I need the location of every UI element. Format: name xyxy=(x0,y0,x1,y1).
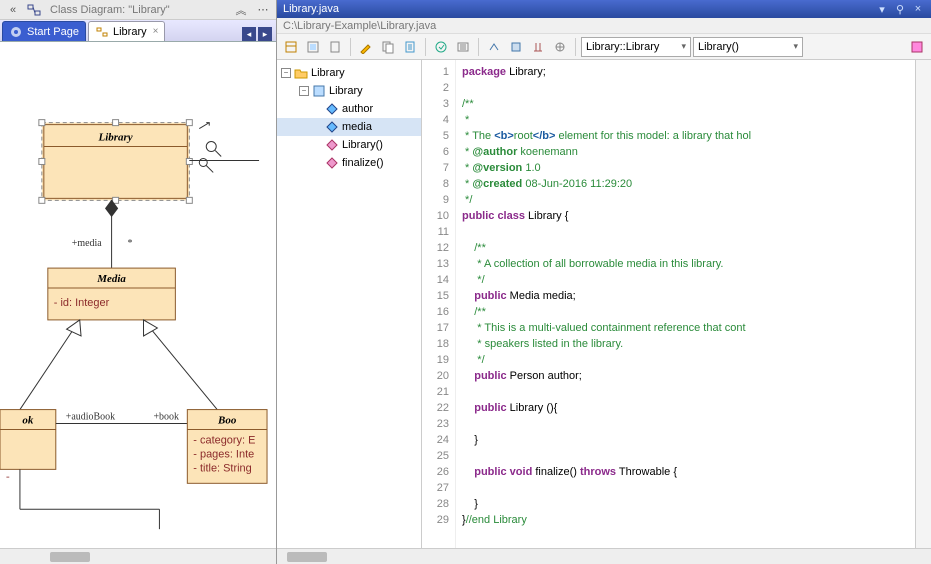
editor-file-path: C:\Library-Example\Library.java xyxy=(277,18,931,34)
outline-field-media[interactable]: media xyxy=(277,118,421,136)
editor-toolbar: Library::Library Library() xyxy=(277,34,931,60)
editor-file-title: Library.java xyxy=(283,3,339,15)
tab-prev-icon[interactable]: ◂ xyxy=(242,27,256,41)
diagram-title: Class Diagram: "Library" xyxy=(46,4,228,16)
toolbar-btn-1[interactable] xyxy=(281,37,301,57)
combo-member[interactable]: Library() xyxy=(693,37,803,57)
uml-media-mult: * xyxy=(128,238,133,249)
toolbar-btn-12[interactable] xyxy=(550,37,570,57)
toolbar-btn-5[interactable] xyxy=(378,37,398,57)
collapse-up-icon[interactable]: ︽ xyxy=(232,2,250,18)
method-icon xyxy=(325,138,339,152)
uml-book-right-title: Boo xyxy=(217,415,237,427)
diagram-top-bar: « Class Diagram: "Library" ︽ ⋯ xyxy=(0,0,276,20)
tab-start-page[interactable]: Start Page xyxy=(2,21,86,41)
uml-book-role: +book xyxy=(153,412,179,423)
collapse-left-icon[interactable]: « xyxy=(4,2,22,18)
code-outline[interactable]: − Library − Library author media Library… xyxy=(277,60,422,548)
svg-text:-: - xyxy=(6,470,10,482)
uml-book-left-title: ok xyxy=(22,415,33,427)
toolbar-btn-11[interactable] xyxy=(528,37,548,57)
uml-library-title: Library xyxy=(98,132,133,144)
left-h-scrollbar[interactable] xyxy=(0,548,276,564)
svg-text:- title: String: - title: String xyxy=(193,462,251,474)
toolbar-btn-7[interactable] xyxy=(431,37,451,57)
tree-collapse-icon[interactable]: − xyxy=(281,68,291,78)
tab-library[interactable]: Library × xyxy=(88,21,165,41)
outline-class[interactable]: − Library xyxy=(277,82,421,100)
editor-pane: Library.java ▾ ⚲ × C:\Library-Example\Li… xyxy=(277,0,931,564)
method-icon xyxy=(325,156,339,170)
diagram-pane: « Class Diagram: "Library" ︽ ⋯ Start Pag… xyxy=(0,0,277,564)
toolbar-btn-6[interactable] xyxy=(400,37,420,57)
code-area[interactable]: package Library; /** * * The <b>root</b>… xyxy=(456,60,915,548)
tab-next-icon[interactable]: ▸ xyxy=(258,27,272,41)
folder-icon xyxy=(294,66,308,80)
toolbar-btn-3[interactable] xyxy=(325,37,345,57)
tab-close-icon[interactable]: × xyxy=(153,26,159,37)
uml-media-title: Media xyxy=(96,273,126,285)
svg-text:- pages: Inte: - pages: Inte xyxy=(193,448,254,460)
toolbar-btn-8[interactable] xyxy=(453,37,473,57)
tree-collapse-icon[interactable]: − xyxy=(299,86,309,96)
editor-v-scrollbar[interactable] xyxy=(915,60,931,548)
outline-field-author[interactable]: author xyxy=(277,100,421,118)
toolbar-btn-9[interactable] xyxy=(484,37,504,57)
uml-media-attr: - id: Integer xyxy=(54,297,110,309)
pin-icon[interactable]: ⚲ xyxy=(893,2,907,16)
toolbar-btn-10[interactable] xyxy=(506,37,526,57)
code-editor[interactable]: 1234567891011121314151617181920212223242… xyxy=(422,60,931,548)
editor-h-scrollbar[interactable] xyxy=(277,548,931,564)
field-icon xyxy=(325,120,339,134)
toolbar-btn-end[interactable] xyxy=(907,37,927,57)
outline-package[interactable]: − Library xyxy=(277,64,421,82)
toolbar-btn-2[interactable] xyxy=(303,37,323,57)
combo-class[interactable]: Library::Library xyxy=(581,37,691,57)
tab-library-label: Library xyxy=(113,26,147,38)
uml-media-role: +media xyxy=(72,238,103,249)
outline-method-finalize[interactable]: finalize() xyxy=(277,154,421,172)
diagram-icon xyxy=(26,2,42,18)
svg-text:- category: E: - category: E xyxy=(193,434,255,446)
window-menu-icon[interactable]: ▾ xyxy=(875,2,889,16)
toolbar-btn-4[interactable] xyxy=(356,37,376,57)
close-icon[interactable]: × xyxy=(911,2,925,16)
class-icon xyxy=(312,84,326,98)
field-icon xyxy=(325,102,339,116)
outline-method-ctor[interactable]: Library() xyxy=(277,136,421,154)
line-gutter: 1234567891011121314151617181920212223242… xyxy=(422,60,456,548)
more-icon[interactable]: ⋯ xyxy=(254,2,272,18)
uml-canvas[interactable]: Library +media * Media - id: Integer xyxy=(0,42,276,548)
uml-audio-role: +audioBook xyxy=(66,412,115,423)
uml-node-tools-icon xyxy=(199,123,221,173)
left-tab-bar: Start Page Library × ◂ ▸ xyxy=(0,20,276,42)
tab-start-label: Start Page xyxy=(27,26,79,38)
editor-title-bar: Library.java ▾ ⚲ × xyxy=(277,0,931,18)
